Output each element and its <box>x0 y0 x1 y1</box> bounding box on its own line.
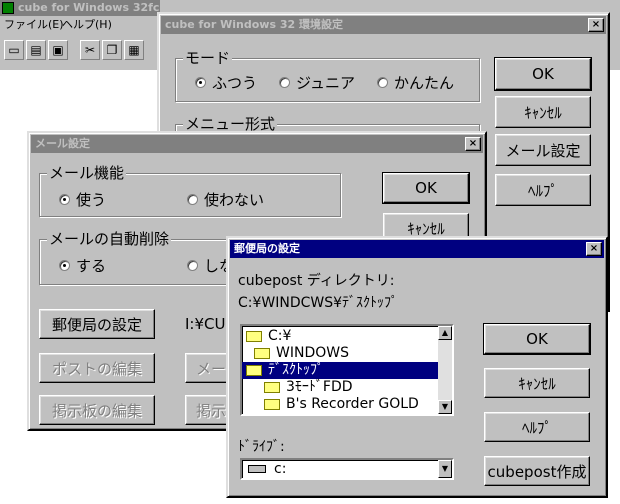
scroll-down-icon[interactable]: ▼ <box>438 400 452 414</box>
main-title-bar: cube for Windows 32fc <box>0 0 160 16</box>
post-help-button[interactable]: ﾍﾙﾌﾟ <box>484 412 590 442</box>
cubepost-dir-path: C:¥WINDCWS¥ﾃﾞｽｸﾄｯﾌﾟ <box>238 295 399 311</box>
env-cancel-button[interactable]: ｷｬﾝｾﾙ <box>495 96 591 128</box>
folder-icon <box>264 398 280 410</box>
folder-icon <box>264 381 280 393</box>
open-folder-icon <box>254 347 270 359</box>
cut-icon[interactable]: ✂ <box>80 40 100 60</box>
radio-selected-icon <box>195 77 206 88</box>
post-title-bar: 郵便局の設定 × <box>230 240 604 258</box>
folder-item[interactable]: WINDOWS <box>254 345 349 362</box>
folder-list[interactable]: C:¥ WINDOWS ﾃﾞｽｸﾄｯﾌﾟ 3ﾓｰﾄﾞFDD B's Record… <box>240 324 454 416</box>
mode-radio-easy[interactable]: かんたん <box>377 72 454 93</box>
close-icon[interactable]: × <box>586 242 602 256</box>
radio-icon <box>279 77 290 88</box>
copy-icon[interactable]: ❐ <box>102 40 122 60</box>
radio-selected-icon <box>59 260 70 271</box>
post-ok-button[interactable]: OK <box>483 323 591 355</box>
edit-post-button[interactable]: ポストの編集 <box>39 353 155 383</box>
close-icon[interactable]: × <box>465 137 481 151</box>
new-file-icon[interactable]: ▭ <box>4 40 24 60</box>
mode-radio-normal[interactable]: ふつう <box>195 72 257 93</box>
auto-delete-yes-radio[interactable]: する <box>59 255 106 276</box>
mail-ok-button[interactable]: OK <box>382 172 470 204</box>
folder-item[interactable]: B's Recorder GOLD <box>264 396 419 413</box>
mail-settings-button[interactable]: メール設定 <box>495 134 591 166</box>
folder-item[interactable]: C:¥ <box>246 328 291 345</box>
menu-help[interactable]: ヘルプ(H) <box>62 16 112 34</box>
chevron-down-icon[interactable]: ▼ <box>438 460 452 478</box>
mail-nouse-radio[interactable]: 使わない <box>187 189 264 210</box>
post-office-button[interactable]: 郵便局の設定 <box>39 309 155 339</box>
radio-icon <box>187 194 198 205</box>
auto-delete-label: メールの自動削除 <box>47 230 172 248</box>
post-office-dialog: 郵便局の設定 × cubepost ディレクトリ: C:¥WINDCWS¥ﾃﾞｽ… <box>226 236 608 498</box>
mail-function-label: メール機能 <box>47 164 127 182</box>
env-title-bar: cube for Windows 32 環境設定 × <box>161 16 606 34</box>
open-folder-icon <box>246 364 262 376</box>
radio-selected-icon <box>59 194 70 205</box>
post-title: 郵便局の設定 <box>234 242 300 255</box>
folder-item[interactable]: 3ﾓｰﾄﾞFDD <box>264 379 353 396</box>
main-title: cube for Windows 32fc <box>18 1 160 14</box>
drive-select[interactable]: c: ▼ <box>240 458 454 480</box>
drive-icon <box>248 465 266 473</box>
scroll-up-icon[interactable]: ▲ <box>438 326 452 340</box>
mail-title-bar: メール設定 × <box>31 135 483 153</box>
menu-format-label: メニュー形式 <box>183 115 278 133</box>
mode-radio-junior[interactable]: ジュニア <box>279 72 355 93</box>
folder-list-scrollbar[interactable]: ▲ ▼ <box>438 326 452 414</box>
env-ok-button[interactable]: OK <box>494 57 592 91</box>
cubepost-create-button[interactable]: cubepost作成 <box>484 456 590 486</box>
app-logo-icon <box>2 2 14 14</box>
drive-label: ﾄﾞﾗｲﾌﾞ: <box>238 439 285 455</box>
open-folder-icon <box>246 330 262 342</box>
mail-title: メール設定 <box>35 137 90 150</box>
radio-icon <box>187 260 198 271</box>
folder-item-selected[interactable]: ﾃﾞｽｸﾄｯﾌﾟ <box>242 362 440 379</box>
save-icon[interactable]: ▣ <box>48 40 68 60</box>
close-icon[interactable]: × <box>588 18 604 32</box>
cubepost-dir-label: cubepost ディレクトリ: <box>238 273 395 289</box>
env-help-button[interactable]: ﾍﾙﾌﾟ <box>495 174 591 206</box>
edit-board-button[interactable]: 掲示板の編集 <box>39 395 155 425</box>
menu-bar: ファイル(E) ヘルプ(H) <box>0 16 160 34</box>
menu-file[interactable]: ファイル(E) <box>4 16 64 34</box>
open-folder-icon[interactable]: ▤ <box>26 40 46 60</box>
mode-group-label: モード <box>183 49 233 67</box>
drive-value: c: <box>274 461 287 477</box>
paste-icon[interactable]: ▦ <box>124 40 144 60</box>
post-cancel-button[interactable]: ｷｬﾝｾﾙ <box>484 368 590 398</box>
env-title: cube for Windows 32 環境設定 <box>165 18 343 31</box>
post-office-path: I:¥CU <box>185 315 226 333</box>
radio-icon <box>377 77 388 88</box>
mail-use-radio[interactable]: 使う <box>59 189 106 210</box>
